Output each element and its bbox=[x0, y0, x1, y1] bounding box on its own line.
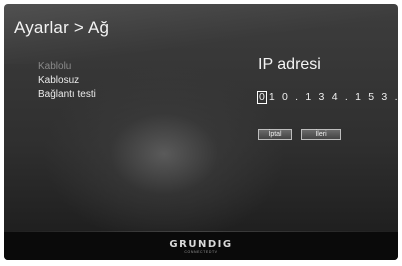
tv-settings-screen: Ayarlar > Ağ Kablolu Kablosuz Bağlantı t… bbox=[4, 4, 398, 260]
next-button[interactable]: İleri bbox=[301, 129, 341, 140]
ip-input-cursor: 0 bbox=[257, 91, 267, 104]
cancel-button[interactable]: İptal bbox=[258, 129, 292, 140]
brand-name: GRUNDIG bbox=[169, 239, 233, 250]
brand-logo: GRUNDIG CONNECTEDTV bbox=[4, 240, 398, 255]
brand-tagline: CONNECTEDTV bbox=[184, 250, 218, 254]
menu-item-wireless[interactable]: Kablosuz bbox=[38, 74, 96, 88]
menu-item-connection-test[interactable]: Bağlantı testi bbox=[38, 88, 96, 102]
ip-address-label: IP adresi bbox=[258, 56, 321, 73]
ip-address-value: 1 0 . 1 3 4 . 1 5 3 . 0 7 4 bbox=[268, 91, 398, 103]
page-title: Ayarlar > Ağ bbox=[14, 18, 110, 37]
ip-address-input[interactable]: 01 0 . 1 3 4 . 1 5 3 . 0 7 4 bbox=[257, 91, 398, 104]
menu-item-wired[interactable]: Kablolu bbox=[38, 60, 96, 74]
network-menu: Kablolu Kablosuz Bağlantı testi bbox=[38, 60, 96, 102]
